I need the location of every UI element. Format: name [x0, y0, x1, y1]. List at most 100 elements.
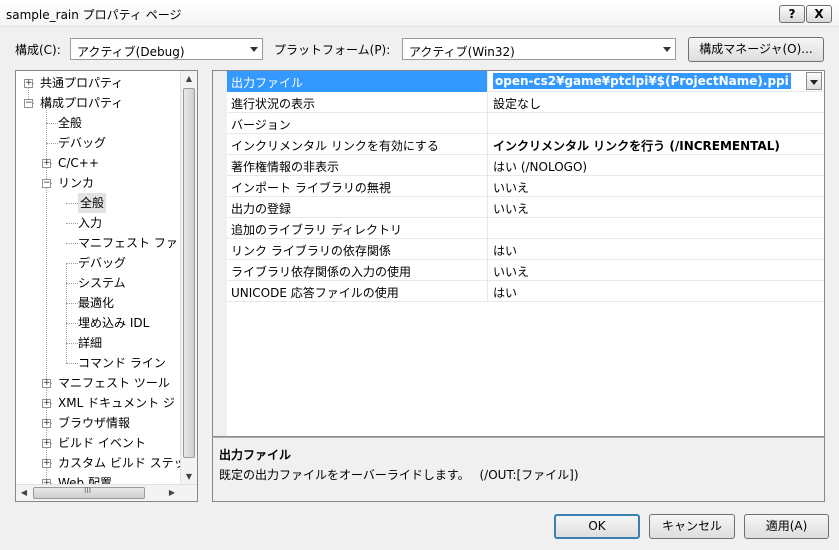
scroll-up-icon[interactable]: ▲ [181, 71, 197, 87]
tree-item-label: マニフェスト ファ [78, 236, 178, 250]
property-name: 著作権情報の非表示 [231, 160, 340, 174]
apply-button[interactable]: 適用(A) [744, 514, 829, 539]
tree-item-label: 全般 [80, 196, 105, 210]
property-row[interactable]: 出力の登録 いいえ [227, 197, 824, 218]
tree-item-label: 構成プロパティ [40, 96, 124, 110]
platform-select[interactable]: アクティブ(Win32) [402, 38, 676, 60]
tree-item[interactable]: カスタム ビルド ステッ [58, 453, 186, 473]
expand-icon[interactable]: + [42, 439, 51, 448]
tree-item[interactable]: 全般 [58, 113, 82, 133]
tree-item-label: システム [78, 276, 126, 290]
tree-guide-line [46, 143, 58, 144]
property-row[interactable]: 進行状況の表示 設定なし [227, 92, 824, 113]
property-tree[interactable]: + 共通プロパティ − 構成プロパティ 全般 デバッグ + C/C++ − リンカ 全般 入力 マニフェ… [15, 70, 198, 502]
property-row[interactable]: 著作権情報の非表示 はい (/NOLOGO) [227, 155, 824, 176]
tree-item[interactable]: 全般 [78, 193, 107, 213]
property-row[interactable]: ライブラリ依存関係の入力の使用 いいえ [227, 260, 824, 281]
column-divider [487, 71, 488, 92]
property-value: はい [493, 286, 518, 300]
property-value: はい [493, 244, 518, 258]
property-value[interactable]: open-cs2¥game¥ptclpi¥$(ProjectName).ppi [493, 73, 791, 89]
tree-guide-line [66, 223, 78, 224]
tree-item[interactable]: XML ドキュメント ジ [58, 393, 175, 413]
description-text: 既定の出力ファイルをオーバーライドします。 (/OUT:[ファイル]) [219, 468, 579, 482]
property-row[interactable]: 追加のライブラリ ディレクトリ [227, 218, 824, 239]
platform-label: プラットフォーム(P): [274, 43, 391, 57]
config-select[interactable]: アクティブ(Debug) [70, 38, 263, 60]
help-button[interactable]: ? [779, 5, 805, 23]
property-row[interactable]: リンク ライブラリの依存関係 はい [227, 239, 824, 260]
tree-guide-line [66, 343, 78, 344]
expand-icon[interactable]: + [42, 399, 51, 408]
expand-icon[interactable]: + [42, 379, 51, 388]
tree-item[interactable]: リンカ [58, 173, 94, 193]
scroll-right-icon[interactable]: ▶ [164, 485, 180, 501]
tree-item[interactable]: マニフェスト ツール [58, 373, 170, 393]
tree-item-label: カスタム ビルド ステッ [58, 456, 186, 470]
tree-item-label: デバッグ [58, 136, 107, 150]
config-manager-button[interactable]: 構成マネージャ(O)... [688, 37, 824, 62]
scroll-left-icon[interactable]: ◀ [16, 485, 32, 501]
tree-item[interactable]: C/C++ [58, 153, 99, 173]
tree-item[interactable]: 埋め込み IDL [78, 313, 149, 333]
property-name: リンク ライブラリの依存関係 [231, 244, 391, 258]
cancel-button[interactable]: キャンセル [649, 514, 735, 539]
scroll-grip-icon: III [84, 486, 92, 495]
tree-item[interactable]: ブラウザ情報 [58, 413, 130, 433]
tree-item-label: ブラウザ情報 [58, 416, 131, 430]
property-name: インクリメンタル リンクを有効にする [231, 139, 439, 153]
property-row[interactable]: インクリメンタル リンクを有効にする インクリメンタル リンクを行う (/INCR… [227, 134, 824, 155]
tree-guide-line [66, 243, 78, 244]
property-name: 進行状況の表示 [231, 97, 316, 111]
expand-icon[interactable]: + [42, 159, 51, 168]
property-grid[interactable]: 出力ファイル open-cs2¥game¥ptclpi¥$(ProjectName… [212, 70, 825, 437]
scroll-thumb[interactable]: III [33, 486, 145, 499]
tree-item[interactable]: マニフェスト ファ [78, 233, 178, 253]
scroll-down-icon[interactable]: ▼ [181, 469, 197, 485]
expand-icon[interactable]: + [24, 79, 33, 88]
tree-item[interactable]: システム [78, 273, 126, 293]
tree-guide-line [66, 263, 67, 363]
value-dropdown-button[interactable] [806, 72, 822, 90]
tree-item[interactable]: 詳細 [78, 333, 102, 353]
tree-item[interactable]: 最適化 [78, 293, 114, 313]
property-row[interactable]: バージョン [227, 113, 824, 134]
collapse-icon[interactable]: − [24, 99, 33, 108]
expand-icon[interactable]: + [42, 419, 51, 428]
scroll-thumb[interactable] [183, 88, 195, 458]
column-divider [487, 113, 488, 134]
close-button[interactable]: X [806, 5, 832, 23]
expand-icon[interactable]: + [42, 459, 51, 468]
tree-item-label: 入力 [78, 216, 103, 230]
tree-item[interactable]: ビルド イベント [58, 433, 146, 453]
tree-item[interactable]: コマンド ライン [78, 353, 166, 373]
column-divider [487, 155, 488, 176]
tree-vertical-scrollbar[interactable]: ▲ ▼ [180, 71, 197, 485]
property-row[interactable]: UNICODE 応答ファイルの使用 はい [227, 281, 824, 302]
column-divider [487, 197, 488, 218]
tree-guide-line [66, 203, 78, 204]
property-value: インクリメンタル リンクを行う (/INCREMENTAL) [493, 139, 780, 153]
tree-item[interactable]: デバッグ [58, 133, 106, 153]
tree-guide-line [66, 303, 78, 304]
tree-item[interactable]: 共通プロパティ [40, 73, 123, 93]
tree-item[interactable]: 入力 [78, 213, 102, 233]
tree-item-label: マニフェスト ツール [58, 376, 170, 390]
tree-item-label: 埋め込み IDL [78, 316, 150, 330]
tree-horizontal-scrollbar[interactable]: ◀ III ▶ [16, 484, 197, 501]
tree-item-label: 詳細 [78, 336, 103, 350]
column-divider [487, 134, 488, 155]
column-divider [487, 92, 488, 113]
tree-item[interactable]: デバッグ [78, 253, 126, 273]
property-name: 出力ファイル [231, 76, 304, 90]
tree-item[interactable]: 構成プロパティ [40, 93, 123, 113]
property-row[interactable]: 出力ファイル open-cs2¥game¥ptclpi¥$(ProjectName… [227, 71, 824, 92]
ok-button[interactable]: OK [554, 514, 640, 539]
collapse-icon[interactable]: − [42, 179, 51, 188]
tree-guide-line [66, 263, 78, 264]
property-name: UNICODE 応答ファイルの使用 [231, 286, 399, 300]
property-row[interactable]: インポート ライブラリの無視 いいえ [227, 176, 824, 197]
tree-guide-line [66, 363, 78, 364]
column-divider [487, 281, 488, 302]
window-title: sample_rain プロパティ ページ [6, 8, 182, 22]
